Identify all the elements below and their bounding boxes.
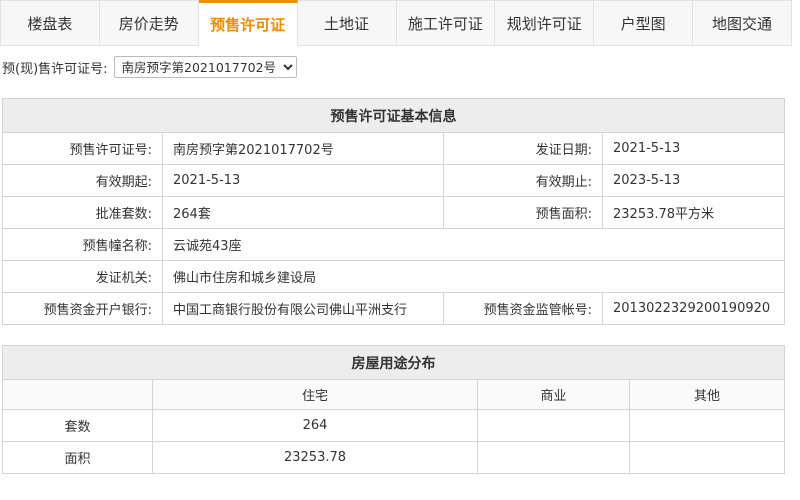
tab-presale-permit[interactable]: 预售许可证 xyxy=(198,0,298,46)
presale-area-label: 预售面积: xyxy=(443,196,603,229)
bank-value: 中国工商银行股份有限公司佛山平洲支行 xyxy=(162,292,444,325)
presale-area-value: 23253.78平方米 xyxy=(602,196,785,229)
valid-from-value: 2021-5-13 xyxy=(162,164,444,197)
permit-number-label: 预售许可证号: xyxy=(2,132,163,165)
table-row: 套数 264 xyxy=(2,409,785,442)
basic-info-table: 预售许可证基本信息 预售许可证号: 南房预字第2021017702号 发证日期:… xyxy=(2,98,785,325)
usage-distribution-table: 房屋用途分布 住宅 商业 其他 套数 264 面积 23253.78 xyxy=(2,345,785,474)
valid-to-value: 2023-5-13 xyxy=(602,164,785,197)
issuer-label: 发证机关: xyxy=(2,260,163,293)
units-residential: 264 xyxy=(152,409,478,442)
column-header-residential: 住宅 xyxy=(152,379,478,410)
area-other xyxy=(629,441,785,474)
table-header-row: 住宅 商业 其他 xyxy=(2,379,785,410)
area-commercial xyxy=(477,441,630,474)
table-row: 批准套数: 264套 预售面积: 23253.78平方米 xyxy=(2,196,785,229)
tab-planning-permit[interactable]: 规划许可证 xyxy=(495,1,595,45)
building-name-label: 预售幢名称: xyxy=(2,228,163,261)
column-header-commercial: 商业 xyxy=(477,379,630,410)
issue-date-value: 2021-5-13 xyxy=(602,132,785,165)
issuer-value: 佛山市住房和城乡建设局 xyxy=(162,260,785,293)
units-commercial xyxy=(477,409,630,442)
column-header-other: 其他 xyxy=(629,379,785,410)
tab-land-certificate[interactable]: 土地证 xyxy=(298,1,397,45)
usage-title: 房屋用途分布 xyxy=(2,345,785,380)
tab-floor-plans[interactable]: 户型图 xyxy=(594,1,694,45)
table-row: 预售资金开户银行: 中国工商银行股份有限公司佛山平洲支行 预售资金监管帐号: 2… xyxy=(2,292,785,325)
account-label: 预售资金监管帐号: xyxy=(443,292,603,325)
permit-selector-row: 预(现)售许可证号: 南房预字第2021017702号 xyxy=(2,55,297,79)
units-other xyxy=(629,409,785,442)
area-residential: 23253.78 xyxy=(152,441,478,474)
table-row: 发证机关: 佛山市住房和城乡建设局 xyxy=(2,260,785,293)
bank-label: 预售资金开户银行: xyxy=(2,292,163,325)
area-row-label: 面积 xyxy=(2,441,153,474)
tab-construction-permit[interactable]: 施工许可证 xyxy=(397,1,496,45)
table-row: 预售幢名称: 云诚苑43座 xyxy=(2,228,785,261)
tab-map-traffic[interactable]: 地图交通 xyxy=(693,1,791,45)
approved-units-value: 264套 xyxy=(162,196,444,229)
column-header-blank xyxy=(2,379,153,410)
table-row: 面积 23253.78 xyxy=(2,441,785,474)
permit-selector-label: 预(现)售许可证号: xyxy=(2,61,108,77)
permit-number-select[interactable]: 南房预字第2021017702号 xyxy=(113,56,297,78)
issue-date-label: 发证日期: xyxy=(443,132,603,165)
tab-bar: 楼盘表 房价走势 预售许可证 土地证 施工许可证 规划许可证 户型图 地图交通 xyxy=(0,0,792,46)
basic-info-title: 预售许可证基本信息 xyxy=(2,98,785,133)
valid-from-label: 有效期起: xyxy=(2,164,163,197)
valid-to-label: 有效期止: xyxy=(443,164,603,197)
units-row-label: 套数 xyxy=(2,409,153,442)
tab-price-trend[interactable]: 房价走势 xyxy=(100,1,199,45)
table-row: 预售许可证号: 南房预字第2021017702号 发证日期: 2021-5-13 xyxy=(2,132,785,165)
account-value: 2013022329200190920 xyxy=(602,292,785,325)
approved-units-label: 批准套数: xyxy=(2,196,163,229)
tab-building-table[interactable]: 楼盘表 xyxy=(1,1,100,45)
table-row: 有效期起: 2021-5-13 有效期止: 2023-5-13 xyxy=(2,164,785,197)
permit-number-value: 南房预字第2021017702号 xyxy=(162,132,444,165)
building-name-value: 云诚苑43座 xyxy=(162,228,785,261)
